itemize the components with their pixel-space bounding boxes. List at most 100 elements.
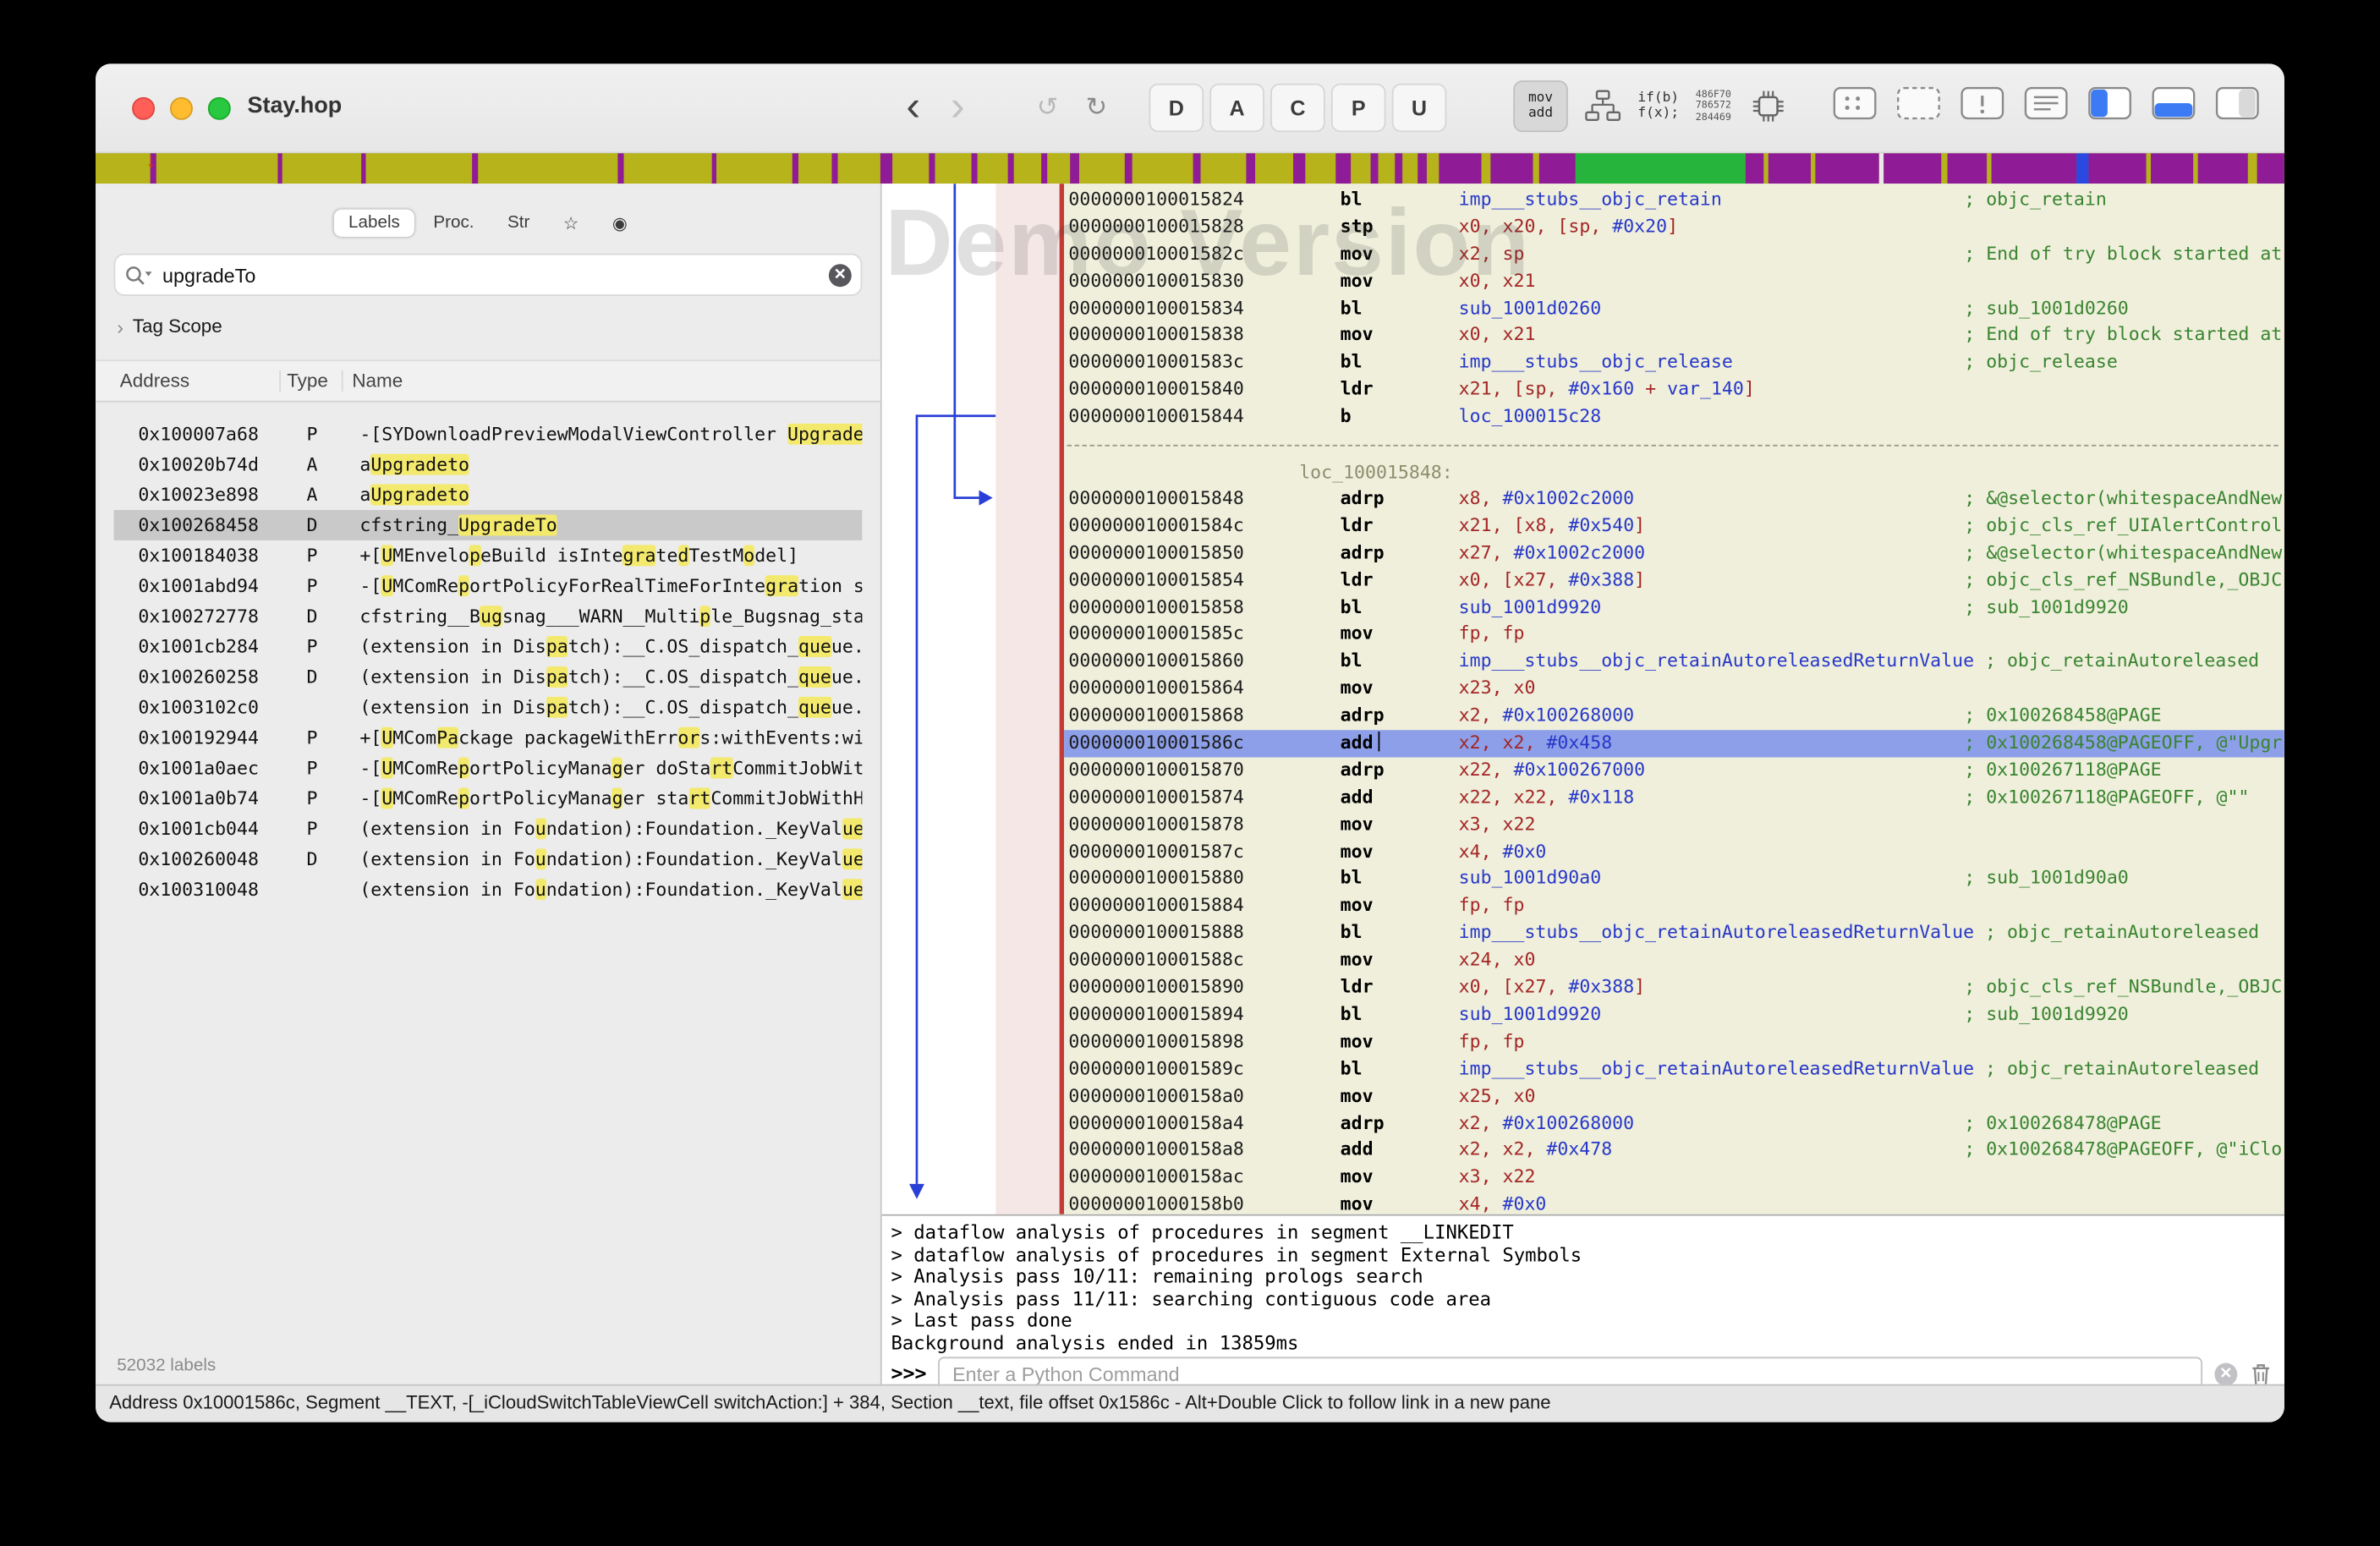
header-name[interactable]: Name [341, 370, 880, 392]
minimap-segment [1132, 153, 1193, 184]
log-list-panel-icon[interactable] [2023, 85, 2069, 122]
search-input[interactable] [159, 261, 823, 288]
asm-comment: ; sub_1001d9920 [1964, 1003, 2129, 1025]
search-field[interactable]: ✕ [113, 253, 863, 296]
toggle-bottom-panel-icon[interactable] [2151, 85, 2196, 122]
asm-mnemonic: mov [1340, 1030, 1374, 1052]
asm-line[interactable]: 0000000100015838 mov x0, x21 ; End of try b… [1064, 322, 2284, 349]
asm-line[interactable]: 00000001000158a4 adrp x2, #0x100268000 ; 0x… [1064, 1110, 2284, 1138]
asm-line[interactable]: 0000000100015874 add x22, x22, #0x118 ; 0x1… [1064, 784, 2284, 811]
asm-line[interactable]: 0000000100015858 bl sub_1001d9920 ; sub_100… [1064, 595, 2284, 622]
asm-local-label[interactable]: loc_100015848: [1064, 458, 2284, 485]
clear-search-icon[interactable]: ✕ [828, 263, 852, 287]
asm-line[interactable]: 000000010001587c mov x4, #0x0 [1064, 839, 2284, 866]
asm-line[interactable]: 000000010001582c mov x2, sp ; End of try bl… [1064, 241, 2284, 268]
asm-line[interactable]: 0000000100015880 bl sub_1001d90a0 ; sub_100… [1064, 866, 2284, 893]
hex-view-icon[interactable]: 486F70 786572 284469 [1696, 89, 1731, 123]
forward-button[interactable]: › [951, 76, 965, 137]
minimize-button[interactable] [170, 96, 193, 120]
label-row[interactable]: 0x100184038 P +[UMEnvelopeBuild isIntegrat… [114, 540, 863, 571]
asm-line[interactable]: 0000000100015888 bl imp___stubs__objc_reta… [1064, 920, 2284, 947]
asm-mnemonic: mov [1340, 813, 1374, 835]
label-row[interactable]: 0x100192944 P +[UMComPackage packageWithEr… [114, 722, 863, 753]
label-row[interactable]: 0x100268458 Dcfstring_UpgradeTo [113, 510, 863, 540]
asm-line[interactable]: 000000010001583c bl imp___stubs__objc_rele… [1064, 349, 2284, 376]
mode-undefined-button[interactable]: U [1391, 83, 1447, 133]
label-row[interactable]: 0x1001a0aec P -[UMComReportPolicyManager d… [114, 753, 863, 783]
asm-line[interactable]: 000000010001588c mov x24, x0 [1064, 947, 2284, 974]
mode-data-button[interactable]: D [1149, 83, 1204, 133]
inspector-grid-icon[interactable] [1832, 85, 1878, 122]
label-row[interactable]: 0x100260048 D (extension in Foundation):Fo… [114, 844, 863, 874]
cfg-graph-icon[interactable] [1585, 90, 1621, 123]
label-row[interactable]: 0x1001cb284 P (extension in Dispatch):__C.… [114, 632, 863, 662]
mode-ascii-button[interactable]: A [1209, 83, 1264, 133]
asm-mnemonic: bl [1340, 351, 1363, 373]
asm-line[interactable]: 00000001000158a8 add x2, x2, #0x478 ; 0x100… [1064, 1138, 2284, 1165]
tag-scope-disclosure[interactable]: › Tag Scope [117, 314, 880, 338]
asm-operands: x0, x21 [1458, 269, 1536, 291]
redo-icon[interactable]: ↻ [1086, 92, 1108, 123]
close-button[interactable] [132, 96, 156, 120]
label-row[interactable]: 0x100310048 (extension in Foundation):Fou… [114, 874, 863, 905]
clear-console-icon[interactable]: ✕ [2214, 1363, 2238, 1387]
label-row[interactable]: 0x100272778 Dcfstring__Bugsnag___WARN__Mu… [114, 601, 863, 632]
label-row[interactable]: 0x10023e898 AaUpgradeto [114, 480, 863, 510]
pseudocode-view-icon[interactable]: if(b) f(x); [1637, 91, 1679, 122]
problems-panel-icon[interactable] [1960, 85, 2005, 122]
asm-line[interactable]: 000000010001589c bl imp___stubs__objc_reta… [1064, 1056, 2284, 1083]
label-row[interactable]: 0x1001abd94 P -[UMComReportPolicyForRealTi… [114, 571, 863, 601]
selection-panel-icon[interactable] [1896, 85, 1942, 122]
asm-line[interactable]: 0000000100015878 mov x3, x22 [1064, 812, 2284, 839]
zoom-button[interactable] [207, 96, 231, 120]
asm-line[interactable]: 0000000100015830 mov x0, x21 [1064, 268, 2284, 295]
asm-line[interactable]: 00000001000158ac mov x3, x22 [1064, 1165, 2284, 1192]
asm-line[interactable]: 0000000100015860 bl imp___stubs__objc_reta… [1064, 649, 2284, 676]
asm-line[interactable]: 00000001000158b0 mov x4, #0x0 [1064, 1192, 2284, 1214]
mode-code-button[interactable]: C [1270, 83, 1325, 133]
header-address[interactable]: Address [96, 370, 279, 392]
asm-line[interactable]: 0000000100015844 b loc_100015c28 [1064, 404, 2284, 431]
asm-line[interactable]: 000000010001586c add x2, x2, #0x458 ; 0x100… [1064, 730, 2284, 758]
asm-line[interactable]: 0000000100015848 adrp x8, #0x1002c2000 ; &@… [1064, 485, 2284, 513]
tab-bookmarks-star-icon[interactable]: ☆ [548, 208, 594, 238]
label-row[interactable]: 0x10020b74d AaUpgradeto [114, 449, 863, 480]
label-row[interactable]: 0x100260258 D (extension in Dispatch):__C.… [114, 661, 863, 692]
toggle-left-panel-icon[interactable] [2087, 85, 2133, 122]
asm-line[interactable]: 000000010001584c ldr x21, [x8, #0x540] ; ob… [1064, 513, 2284, 540]
asm-line[interactable]: 0000000100015890 ldr x0, [x27, #0x388] ; ob… [1064, 974, 2284, 1001]
back-button[interactable]: ‹ [906, 76, 920, 137]
asm-line[interactable]: 0000000100015854 ldr x0, [x27, #0x388] ; ob… [1064, 567, 2284, 595]
asm-line[interactable]: 00000001000158a0 mov x25, x0 [1064, 1083, 2284, 1110]
tab-strings[interactable]: Str [492, 210, 545, 237]
asm-mnemonic: bl [1340, 921, 1363, 943]
label-row[interactable]: 0x1001a0b74 P -[UMComReportPolicyManager s… [114, 783, 863, 814]
assembly-view-button[interactable]: mov add [1513, 80, 1568, 133]
tab-scope-icon[interactable]: ◉ [597, 208, 643, 238]
label-row[interactable]: 0x1003102c0 (extension in Dispatch):__C.O… [114, 692, 863, 722]
label-row[interactable]: 0x1001cb044 P (extension in Foundation):Fo… [114, 814, 863, 844]
asm-line[interactable]: 0000000100015868 adrp x2, #0x100268000 ; 0x… [1064, 703, 2284, 730]
asm-line[interactable]: 0000000100015840 ldr x21, [sp, #0x160 + va… [1064, 376, 2284, 403]
asm-line[interactable]: 0000000100015834 bl sub_1001d0260 ; sub_100… [1064, 295, 2284, 322]
tab-procedures[interactable]: Proc. [418, 210, 489, 237]
asm-line[interactable]: 0000000100015864 mov x23, x0 [1064, 676, 2284, 703]
toggle-right-panel-icon[interactable] [2214, 85, 2260, 122]
asm-operands: fp, fp [1458, 1030, 1525, 1052]
asm-line[interactable]: 0000000100015894 bl sub_1001d9920 ; sub_100… [1064, 1001, 2284, 1028]
mode-procedure-button[interactable]: P [1330, 83, 1386, 133]
navigation-minimap[interactable]: ↓ [96, 147, 2284, 184]
cpu-chip-icon[interactable] [1748, 86, 1788, 126]
asm-line[interactable]: 0000000100015898 mov fp, fp [1064, 1028, 2284, 1055]
asm-line[interactable]: 000000010001585c mov fp, fp [1064, 622, 2284, 649]
asm-line[interactable]: 0000000100015870 adrp x22, #0x100267000 ; 0… [1064, 757, 2284, 784]
asm-line[interactable]: 0000000100015828 stp x0, x20, [sp, #0x20] [1064, 214, 2284, 241]
asm-line[interactable]: 0000000100015850 adrp x27, #0x1002c2000 ; &… [1064, 540, 2284, 567]
asm-line[interactable]: 0000000100015884 mov fp, fp [1064, 893, 2284, 920]
tab-labels[interactable]: Labels [333, 209, 415, 237]
asm-address: 0000000100015860 [1068, 650, 1244, 672]
undo-icon[interactable]: ↺ [1037, 92, 1059, 123]
asm-line[interactable]: 0000000100015824 bl imp___stubs__objc_reta… [1064, 187, 2284, 214]
label-row[interactable]: 0x100007a68 P -[SYDownloadPreviewModalView… [114, 419, 863, 449]
header-type[interactable]: Type [279, 370, 342, 392]
